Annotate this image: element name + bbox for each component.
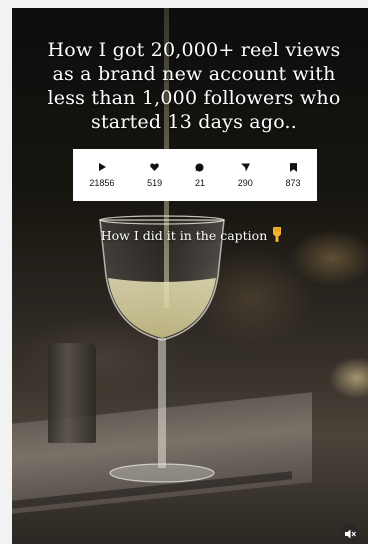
shares-count: 290 — [237, 178, 253, 188]
comments-count: 21 — [194, 178, 205, 188]
wine-liquid — [108, 278, 216, 338]
share-icon — [240, 162, 250, 172]
glass-stem — [158, 338, 166, 468]
mute-button[interactable] — [341, 524, 359, 542]
plays-count: 21856 — [89, 178, 115, 188]
bookmark-icon — [288, 162, 298, 172]
stat-likes: 519 — [147, 162, 162, 188]
heart-icon — [150, 162, 160, 172]
play-icon — [97, 162, 107, 172]
post-headline: How I got 20,000+ reel views as a brand … — [47, 39, 341, 133]
caption-callout-text: How I did it in the caption — [100, 228, 268, 243]
stat-plays: 21856 — [89, 162, 114, 188]
mute-icon — [344, 524, 356, 543]
pointing-down-hand-icon — [271, 227, 283, 246]
stats-bar: 21856 519 21 290 873 — [73, 149, 317, 201]
caption-callout: How I did it in the caption — [62, 227, 322, 246]
stat-comments: 21 — [195, 162, 205, 188]
likes-count: 519 — [147, 178, 163, 188]
reel-frame[interactable]: How I got 20,000+ reel views as a brand … — [12, 8, 368, 544]
stat-saves: 873 — [286, 162, 301, 188]
glass-foot — [109, 463, 215, 483]
comment-icon — [195, 162, 205, 172]
saves-count: 873 — [285, 178, 301, 188]
stat-shares: 290 — [238, 162, 253, 188]
